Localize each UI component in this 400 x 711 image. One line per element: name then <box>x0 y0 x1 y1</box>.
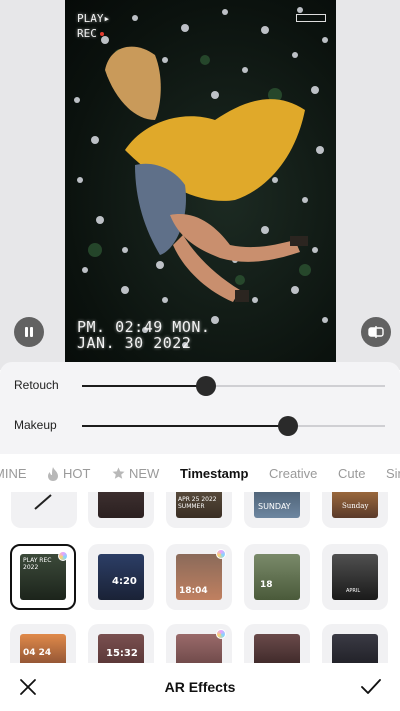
preview-photo: PLAY▸ REC PM. 02:49 MON. JAN. 30 2022 <box>65 0 336 362</box>
thumbnail-text: 4:20 <box>112 576 137 587</box>
thumbnail-text: 18 <box>260 580 273 590</box>
overlay-date: JAN. 30 2022 <box>77 334 192 352</box>
effect-thumbnail: SUNDAY <box>254 492 300 518</box>
effect-thumbnail: PLAY REC 2022 <box>20 554 66 600</box>
confirm-button[interactable] <box>360 677 382 697</box>
effect-thumbnail <box>332 634 378 663</box>
overlay-play-text: PLAY▸ <box>77 12 111 25</box>
category-tabs: MINE HOT NEW Timestamp Creative Cute Sim <box>0 454 400 492</box>
effect-thumbnail <box>176 634 222 663</box>
tab-timestamp[interactable]: Timestamp <box>180 466 248 481</box>
makeup-slider[interactable] <box>82 416 385 436</box>
thumbnail-text: Sunday <box>342 502 369 510</box>
retouch-slider[interactable] <box>82 376 385 396</box>
effect-item[interactable]: 04 24 <box>10 624 76 663</box>
thumbnail-text: 04 24 <box>23 648 52 658</box>
effect-thumbnail: APR 25 2022 SUMMER <box>176 492 222 518</box>
page-title: AR Effects <box>164 679 236 695</box>
rec-dot-icon <box>99 32 104 36</box>
none-icon <box>34 494 52 510</box>
thumbnail-text: APRIL <box>346 588 361 594</box>
overlay-rec-text: REC <box>77 27 104 41</box>
bottom-bar: AR Effects <box>0 663 400 711</box>
checkmark-icon <box>361 679 381 694</box>
tab-sim[interactable]: Sim <box>386 466 400 481</box>
retouch-slider-thumb[interactable] <box>196 376 217 396</box>
effect-thumbnail: APRIL <box>332 554 378 600</box>
effect-item[interactable] <box>322 624 388 663</box>
retouch-slider-row: Retouch <box>0 366 400 406</box>
compare-button[interactable] <box>361 317 391 347</box>
effect-item[interactable] <box>88 492 154 528</box>
effect-item[interactable]: 4:20 <box>88 544 154 610</box>
battery-icon <box>296 14 326 22</box>
thumbnail-text: 18:04 <box>179 586 208 596</box>
pause-button[interactable] <box>14 317 44 347</box>
retouch-slider-fill <box>82 385 207 387</box>
effect-thumbnail: 18 <box>254 554 300 600</box>
effect-none[interactable] <box>11 492 77 528</box>
makeup-slider-row: Makeup <box>0 406 400 446</box>
dancing-woman-figure <box>105 46 308 302</box>
effect-item[interactable]: Sunday <box>322 492 388 528</box>
effect-item[interactable] <box>244 624 310 663</box>
effect-thumbnail <box>254 634 300 663</box>
thumbnail-text: APR 25 2022 SUMMER <box>178 496 217 510</box>
star-icon <box>112 467 125 479</box>
effect-item[interactable]: 15:32 <box>88 624 154 663</box>
effect-item[interactable]: 18:04 <box>166 544 232 610</box>
tab-new[interactable]: NEW <box>112 466 159 481</box>
flame-icon <box>48 466 58 481</box>
camera-preview: PLAY▸ REC PM. 02:49 MON. JAN. 30 2022 <box>0 0 400 370</box>
tab-hot[interactable]: HOT <box>47 466 90 481</box>
tab-mine[interactable]: MINE <box>0 466 27 481</box>
effect-thumbnail: 4:20 <box>98 554 144 600</box>
effect-thumbnail: Sunday <box>332 492 378 518</box>
effect-thumbnail: 18:04 <box>176 554 222 600</box>
effect-item[interactable]: APRIL <box>322 544 388 610</box>
effects-grid: APR 25 2022 SUMMER SUNDAY Sunday PLAY RE… <box>0 492 400 663</box>
adjustment-panel: Retouch Makeup <box>0 362 400 454</box>
effect-item[interactable] <box>166 624 232 663</box>
effect-thumbnail: 15:32 <box>98 634 144 663</box>
compare-icon <box>368 326 384 338</box>
tab-creative[interactable]: Creative <box>269 466 317 481</box>
pause-icon <box>25 327 33 337</box>
retouch-label: Retouch <box>14 378 59 392</box>
thumbnail-text: 15:32 <box>106 648 138 659</box>
makeup-slider-thumb[interactable] <box>278 416 299 436</box>
thumbnail-text: SUNDAY <box>258 502 291 511</box>
tab-cute[interactable]: Cute <box>338 466 365 481</box>
effect-item[interactable]: APR 25 2022 SUMMER <box>166 492 232 528</box>
effect-thumbnail <box>98 492 144 518</box>
ar-badge-icon <box>58 551 68 561</box>
ar-badge-icon <box>216 629 226 639</box>
effect-item[interactable]: SUNDAY <box>244 492 310 528</box>
effect-thumbnail: 04 24 <box>20 634 66 663</box>
effect-item-selected[interactable]: PLAY REC 2022 <box>10 544 76 610</box>
ar-badge-icon <box>216 549 226 559</box>
makeup-slider-fill <box>82 425 289 427</box>
effect-item[interactable]: 18 <box>244 544 310 610</box>
makeup-label: Makeup <box>14 418 57 432</box>
